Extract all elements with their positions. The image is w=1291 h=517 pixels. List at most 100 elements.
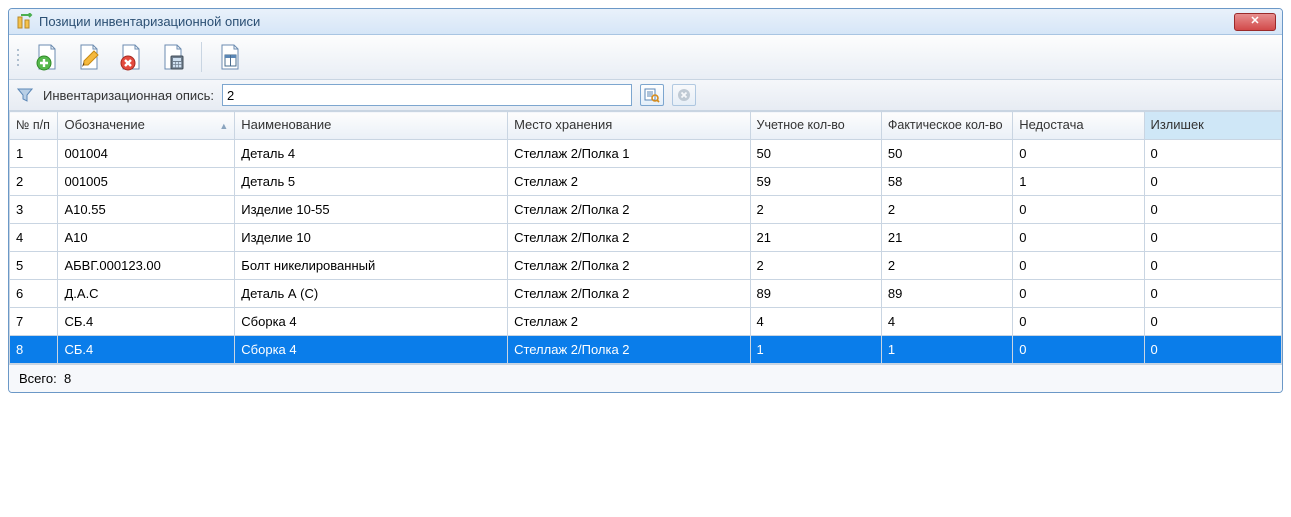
cell-name: Сборка 4 <box>235 308 508 336</box>
col-surplus[interactable]: Излишек <box>1144 112 1281 140</box>
cell-qty-fact: 2 <box>881 196 1012 224</box>
cell-qty-acc: 4 <box>750 308 881 336</box>
cell-qty-fact: 2 <box>881 252 1012 280</box>
cell-shortage: 0 <box>1013 280 1144 308</box>
cell-name: Болт никелированный <box>235 252 508 280</box>
cell-qty-fact: 89 <box>881 280 1012 308</box>
window: Позиции инвентаризационной описи ✕ <box>8 8 1283 393</box>
cell-index: 4 <box>10 224 58 252</box>
edit-button[interactable] <box>69 39 109 75</box>
titlebar[interactable]: Позиции инвентаризационной описи ✕ <box>9 9 1282 35</box>
table-row[interactable]: 1001004Деталь 4Стеллаж 2/Полка 1505000 <box>10 140 1282 168</box>
table-row[interactable]: 4А10Изделие 10Стеллаж 2/Полка 2212100 <box>10 224 1282 252</box>
cell-shortage: 0 <box>1013 252 1144 280</box>
lookup-button[interactable] <box>640 84 664 106</box>
page-plus-icon <box>33 43 61 71</box>
col-qty-fact[interactable]: Фактическое кол-во <box>881 112 1012 140</box>
col-shortage[interactable]: Недостача <box>1013 112 1144 140</box>
cell-shortage: 0 <box>1013 196 1144 224</box>
cell-location: Стеллаж 2/Полка 2 <box>508 336 750 364</box>
inventory-input[interactable] <box>222 84 632 106</box>
col-name[interactable]: Наименование <box>235 112 508 140</box>
filter-label: Инвентаризационная опись: <box>43 88 214 103</box>
toolbar-grip <box>15 42 21 72</box>
cell-code: Д.А.С <box>58 280 235 308</box>
cell-surplus: 0 <box>1144 252 1281 280</box>
col-location[interactable]: Место хранения <box>508 112 750 140</box>
cell-code: СБ.4 <box>58 336 235 364</box>
clear-filter-button[interactable] <box>672 84 696 106</box>
cell-location: Стеллаж 2/Полка 2 <box>508 280 750 308</box>
table-row[interactable]: 2001005Деталь 5Стеллаж 2595810 <box>10 168 1282 196</box>
toolbar <box>9 35 1282 80</box>
filterbar: Инвентаризационная опись: <box>9 80 1282 111</box>
close-button[interactable]: ✕ <box>1234 13 1276 31</box>
cell-shortage: 1 <box>1013 168 1144 196</box>
lookup-icon <box>644 87 660 103</box>
cell-shortage: 0 <box>1013 224 1144 252</box>
cell-index: 5 <box>10 252 58 280</box>
cell-qty-acc: 59 <box>750 168 881 196</box>
cell-location: Стеллаж 2/Полка 2 <box>508 224 750 252</box>
funnel-icon <box>15 87 35 103</box>
cell-index: 6 <box>10 280 58 308</box>
col-qty-acc[interactable]: Учетное кол-во <box>750 112 881 140</box>
columns-button[interactable] <box>210 39 250 75</box>
calc-button[interactable] <box>153 39 193 75</box>
cell-index: 1 <box>10 140 58 168</box>
cell-index: 2 <box>10 168 58 196</box>
cell-code: АБВГ.000123.00 <box>58 252 235 280</box>
cell-surplus: 0 <box>1144 196 1281 224</box>
page-calc-icon <box>159 43 187 71</box>
table-row[interactable]: 3А10.55Изделие 10-55Стеллаж 2/Полка 2220… <box>10 196 1282 224</box>
cell-name: Деталь А (С) <box>235 280 508 308</box>
cell-qty-fact: 1 <box>881 336 1012 364</box>
page-columns-icon <box>216 43 244 71</box>
app-icon <box>15 13 33 31</box>
cell-qty-acc: 21 <box>750 224 881 252</box>
cell-qty-acc: 50 <box>750 140 881 168</box>
cell-qty-fact: 58 <box>881 168 1012 196</box>
cell-shortage: 0 <box>1013 308 1144 336</box>
cell-index: 7 <box>10 308 58 336</box>
window-title: Позиции инвентаризационной описи <box>39 14 260 29</box>
footer-value: 8 <box>64 371 71 386</box>
cell-surplus: 0 <box>1144 224 1281 252</box>
cell-location: Стеллаж 2/Полка 1 <box>508 140 750 168</box>
cell-qty-acc: 1 <box>750 336 881 364</box>
cell-code: СБ.4 <box>58 308 235 336</box>
col-index[interactable]: № п/п <box>10 112 58 140</box>
data-grid[interactable]: № п/п Обозначение Наименование Место хра… <box>9 111 1282 364</box>
page-edit-icon <box>75 43 103 71</box>
toolbar-separator <box>201 42 202 72</box>
cell-code: 001005 <box>58 168 235 196</box>
cell-location: Стеллаж 2 <box>508 168 750 196</box>
table-row[interactable]: 6Д.А.СДеталь А (С)Стеллаж 2/Полка 289890… <box>10 280 1282 308</box>
col-code[interactable]: Обозначение <box>58 112 235 140</box>
cell-location: Стеллаж 2/Полка 2 <box>508 196 750 224</box>
cell-index: 3 <box>10 196 58 224</box>
table-row[interactable]: 7СБ.4Сборка 4Стеллаж 24400 <box>10 308 1282 336</box>
delete-button[interactable] <box>111 39 151 75</box>
cell-surplus: 0 <box>1144 308 1281 336</box>
cell-qty-fact: 50 <box>881 140 1012 168</box>
cell-shortage: 0 <box>1013 140 1144 168</box>
cell-shortage: 0 <box>1013 336 1144 364</box>
cell-name: Деталь 4 <box>235 140 508 168</box>
cell-code: 001004 <box>58 140 235 168</box>
cell-index: 8 <box>10 336 58 364</box>
add-button[interactable] <box>27 39 67 75</box>
table-row[interactable]: 8СБ.4Сборка 4Стеллаж 2/Полка 21100 <box>10 336 1282 364</box>
cell-name: Изделие 10 <box>235 224 508 252</box>
footer-label: Всего: <box>19 371 57 386</box>
cell-surplus: 0 <box>1144 140 1281 168</box>
table-row[interactable]: 5АБВГ.000123.00Болт никелированныйСтелла… <box>10 252 1282 280</box>
cell-qty-acc: 2 <box>750 252 881 280</box>
cell-location: Стеллаж 2 <box>508 308 750 336</box>
cell-qty-acc: 89 <box>750 280 881 308</box>
cell-name: Деталь 5 <box>235 168 508 196</box>
footer: Всего: 8 <box>9 364 1282 392</box>
cell-code: А10 <box>58 224 235 252</box>
cell-surplus: 0 <box>1144 280 1281 308</box>
cell-location: Стеллаж 2/Полка 2 <box>508 252 750 280</box>
